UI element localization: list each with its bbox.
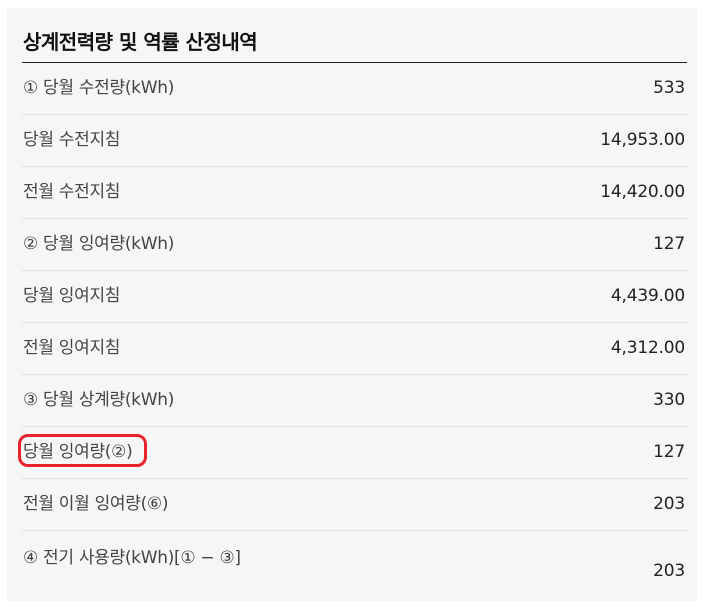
row-value: 533 [653, 78, 685, 98]
row-monthly-received-reading: 당월 수전지침 14,953.00 [22, 115, 687, 167]
row-previous-received-reading: 전월 수전지침 14,420.00 [22, 167, 687, 219]
row-monthly-surplus-reading: 당월 잉여지침 4,439.00 [22, 271, 687, 323]
row-monthly-surplus-ref: 당월 잉여량(②) 127 [18, 427, 687, 479]
row-value: 4,439.00 [610, 286, 685, 306]
row-label: 전월 이월 잉여량(⑥) [23, 494, 169, 514]
billing-panel: 상계전력량 및 역률 산정내역 ① 당월 수전량(kWh) 533 당월 수전지… [7, 8, 697, 601]
row-label: 당월 잉여지침 [23, 286, 121, 306]
row-value: 14,953.00 [600, 130, 685, 150]
row-label: 당월 잉여량(②) [23, 442, 133, 462]
row-label: ① 당월 수전량(kWh) [23, 78, 175, 98]
row-label: ② 당월 잉여량(kWh) [23, 234, 175, 254]
row-previous-surplus-reading: 전월 잉여지침 4,312.00 [22, 323, 687, 375]
row-label: 전월 잉여지침 [23, 338, 121, 358]
row-label: 전월 수전지침 [23, 182, 121, 202]
row-value: 330 [653, 390, 685, 410]
row-monthly-offset-kwh: ③ 당월 상계량(kWh) 330 [22, 375, 687, 427]
row-value: 203 [653, 494, 685, 514]
row-electricity-usage: ④ 전기 사용량(kWh)[① − ③] 203 [22, 531, 687, 607]
row-label: ④ 전기 사용량(kWh)[① − ③] [23, 548, 241, 568]
row-value: 203 [653, 561, 685, 581]
detail-list: ① 당월 수전량(kWh) 533 당월 수전지침 14,953.00 전월 수… [18, 63, 687, 607]
section-title: 상계전력량 및 역률 산정내역 [23, 30, 258, 54]
row-label: 당월 수전지침 [23, 130, 121, 150]
row-label: ③ 당월 상계량(kWh) [23, 390, 175, 410]
row-value: 127 [653, 442, 685, 462]
row-value: 4,312.00 [610, 338, 685, 358]
row-monthly-surplus-kwh: ② 당월 잉여량(kWh) 127 [22, 219, 687, 271]
row-value: 14,420.00 [600, 182, 685, 202]
row-carried-surplus: 전월 이월 잉여량(⑥) 203 [22, 479, 687, 531]
row-value: 127 [653, 234, 685, 254]
row-monthly-received-kwh: ① 당월 수전량(kWh) 533 [22, 63, 687, 115]
